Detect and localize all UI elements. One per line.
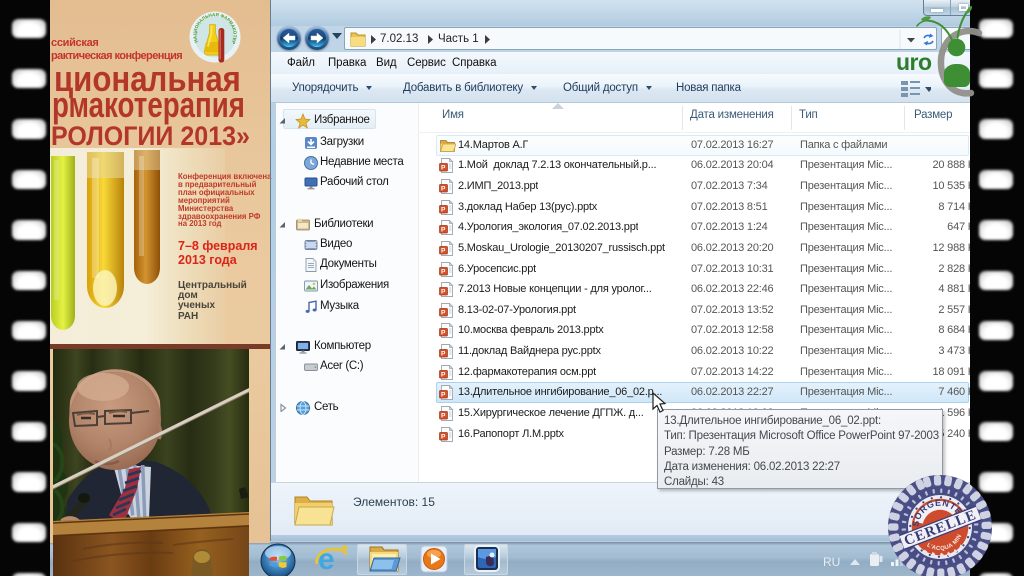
svg-text:uro: uro (896, 49, 932, 75)
